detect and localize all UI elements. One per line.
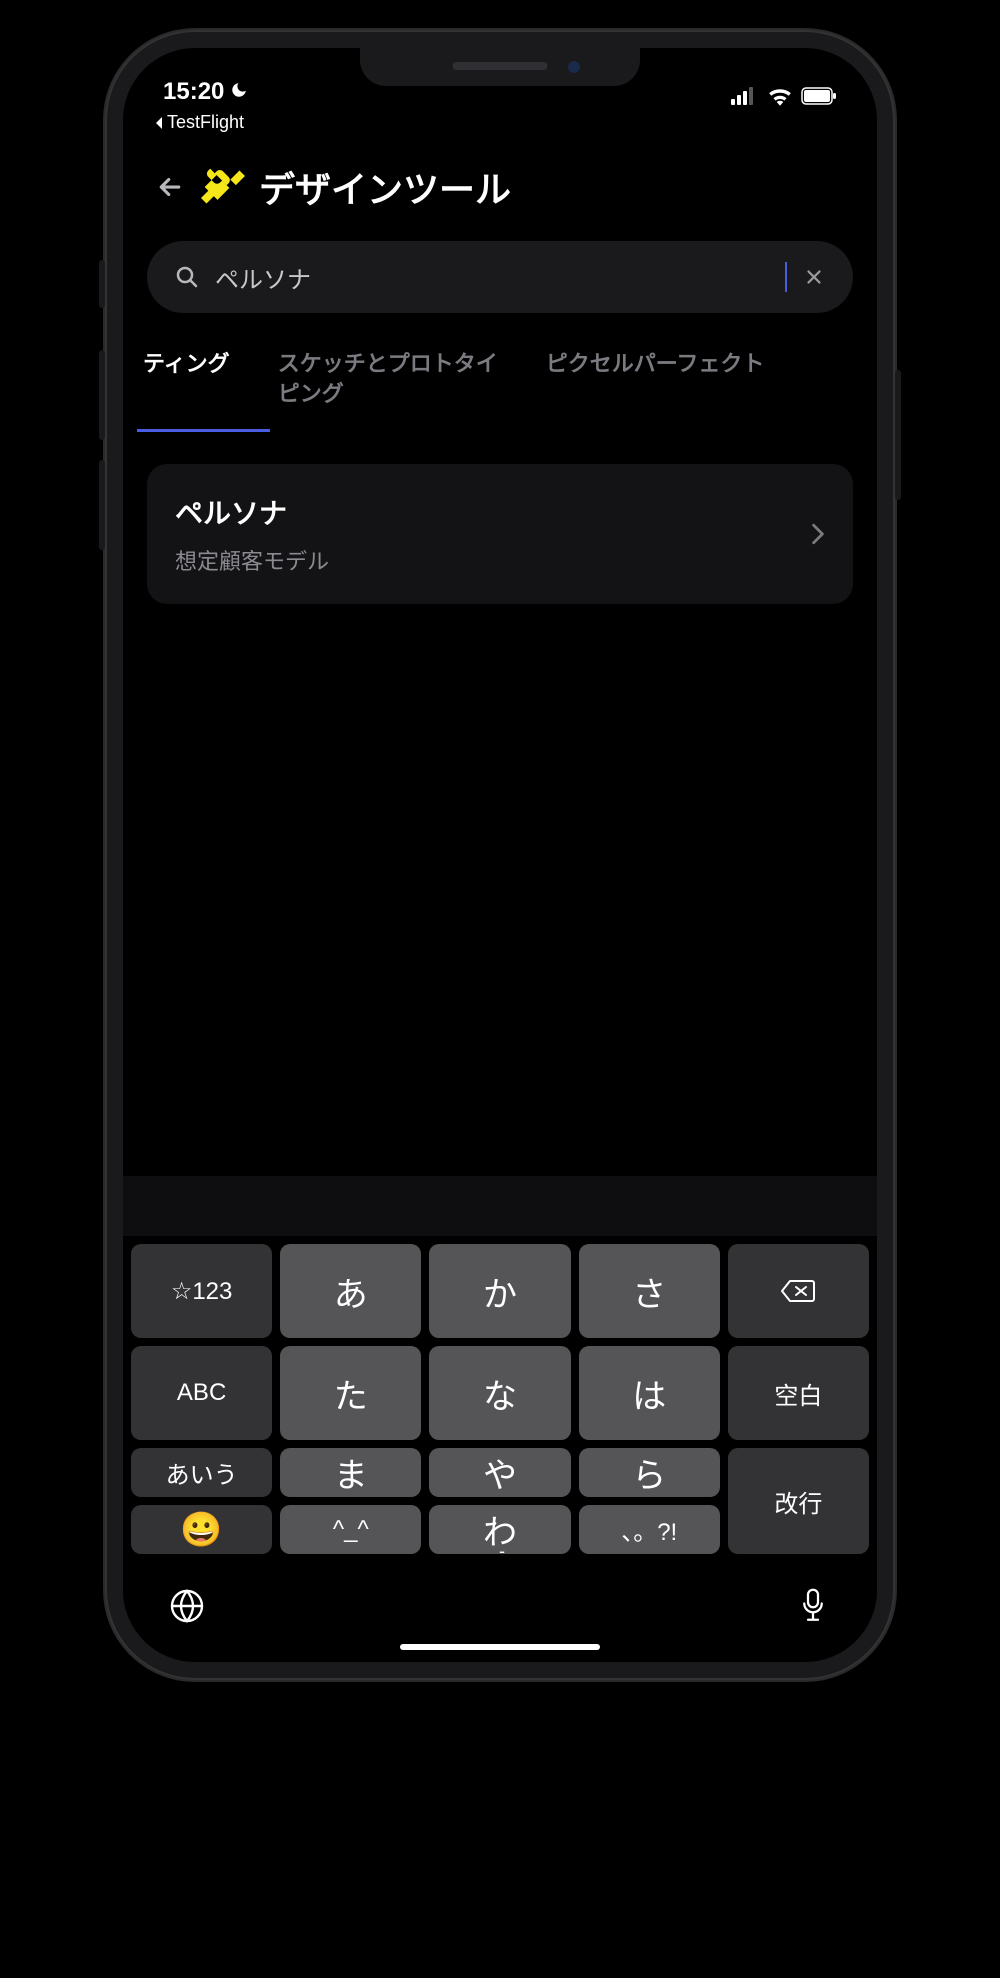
keyboard-bottom-bar bbox=[131, 1562, 869, 1644]
key-wa[interactable]: わ - bbox=[429, 1505, 570, 1554]
dnd-moon-icon bbox=[230, 81, 248, 104]
battery-icon bbox=[801, 87, 837, 105]
keyboard: ☆123 あ か さ ABC た な は 空白 あいう 😀 bbox=[123, 1236, 877, 1662]
keyboard-suggestion-bar bbox=[123, 1176, 877, 1236]
search-input[interactable] bbox=[215, 263, 783, 291]
wifi-icon bbox=[767, 86, 793, 106]
volume-down-button bbox=[99, 460, 105, 550]
chevron-right-icon bbox=[811, 523, 825, 545]
key-kaomoji[interactable]: ^_^ bbox=[280, 1505, 421, 1554]
key-ta[interactable]: た bbox=[280, 1346, 421, 1440]
key-sa[interactable]: さ bbox=[579, 1244, 720, 1338]
key-ka[interactable]: か bbox=[429, 1244, 570, 1338]
result-subtitle: 想定顧客モデル bbox=[175, 544, 329, 576]
breadcrumb[interactable]: TestFlight bbox=[123, 108, 877, 133]
tab-pixel-perfect[interactable]: ピクセルパーフェクト bbox=[546, 349, 765, 432]
header: デザインツール bbox=[123, 133, 877, 237]
key-a[interactable]: あ bbox=[280, 1244, 421, 1338]
key-abc[interactable]: ABC bbox=[131, 1346, 272, 1440]
breadcrumb-caret-icon bbox=[153, 116, 165, 130]
globe-button[interactable] bbox=[167, 1586, 207, 1626]
home-indicator[interactable] bbox=[400, 1644, 600, 1650]
tab-active[interactable]: ティング bbox=[143, 349, 230, 432]
key-ha[interactable]: は bbox=[579, 1346, 720, 1440]
backspace-icon bbox=[780, 1277, 816, 1305]
key-return[interactable]: 改行 bbox=[728, 1448, 869, 1554]
tab-sketch-prototype[interactable]: スケッチとプロトタイピング bbox=[278, 349, 498, 432]
tabs: ティング スケッチとプロトタイピング ピクセルパーフェクト bbox=[123, 313, 877, 432]
key-space[interactable]: 空白 bbox=[728, 1346, 869, 1440]
phone-frame: 15:20 bbox=[105, 30, 895, 1680]
key-punct[interactable]: 、。?! bbox=[579, 1505, 720, 1554]
mic-icon bbox=[798, 1587, 828, 1625]
tools-icon bbox=[201, 165, 245, 209]
arrow-left-icon bbox=[155, 172, 185, 202]
power-button bbox=[895, 370, 901, 500]
key-ra[interactable]: ら bbox=[579, 1448, 720, 1497]
page-title: デザインツール bbox=[259, 161, 511, 213]
key-emoji[interactable]: 😀 bbox=[131, 1505, 272, 1554]
globe-icon bbox=[169, 1588, 205, 1624]
close-icon bbox=[803, 266, 825, 288]
key-ma[interactable]: ま bbox=[280, 1448, 421, 1497]
key-na[interactable]: な bbox=[429, 1346, 570, 1440]
phone-screen: 15:20 bbox=[123, 48, 877, 1662]
key-kana[interactable]: あいう bbox=[131, 1448, 272, 1497]
breadcrumb-label: TestFlight bbox=[167, 112, 244, 133]
back-button[interactable] bbox=[153, 170, 187, 204]
search-bar[interactable] bbox=[147, 241, 853, 313]
mic-button[interactable] bbox=[793, 1586, 833, 1626]
volume-up-button bbox=[99, 350, 105, 440]
cellular-signal-icon bbox=[731, 87, 759, 105]
status-time: 15:20 bbox=[163, 78, 224, 106]
text-cursor bbox=[785, 262, 787, 292]
key-backspace[interactable] bbox=[728, 1244, 869, 1338]
key-ya[interactable]: や bbox=[429, 1448, 570, 1497]
result-card[interactable]: ペルソナ 想定顧客モデル bbox=[147, 464, 853, 604]
clear-button[interactable] bbox=[803, 266, 825, 288]
search-icon bbox=[175, 265, 199, 289]
content-spacer bbox=[123, 604, 877, 1176]
notch bbox=[360, 48, 640, 86]
mute-switch bbox=[99, 260, 105, 308]
result-title: ペルソナ bbox=[175, 492, 329, 532]
key-numsym[interactable]: ☆123 bbox=[131, 1244, 272, 1338]
